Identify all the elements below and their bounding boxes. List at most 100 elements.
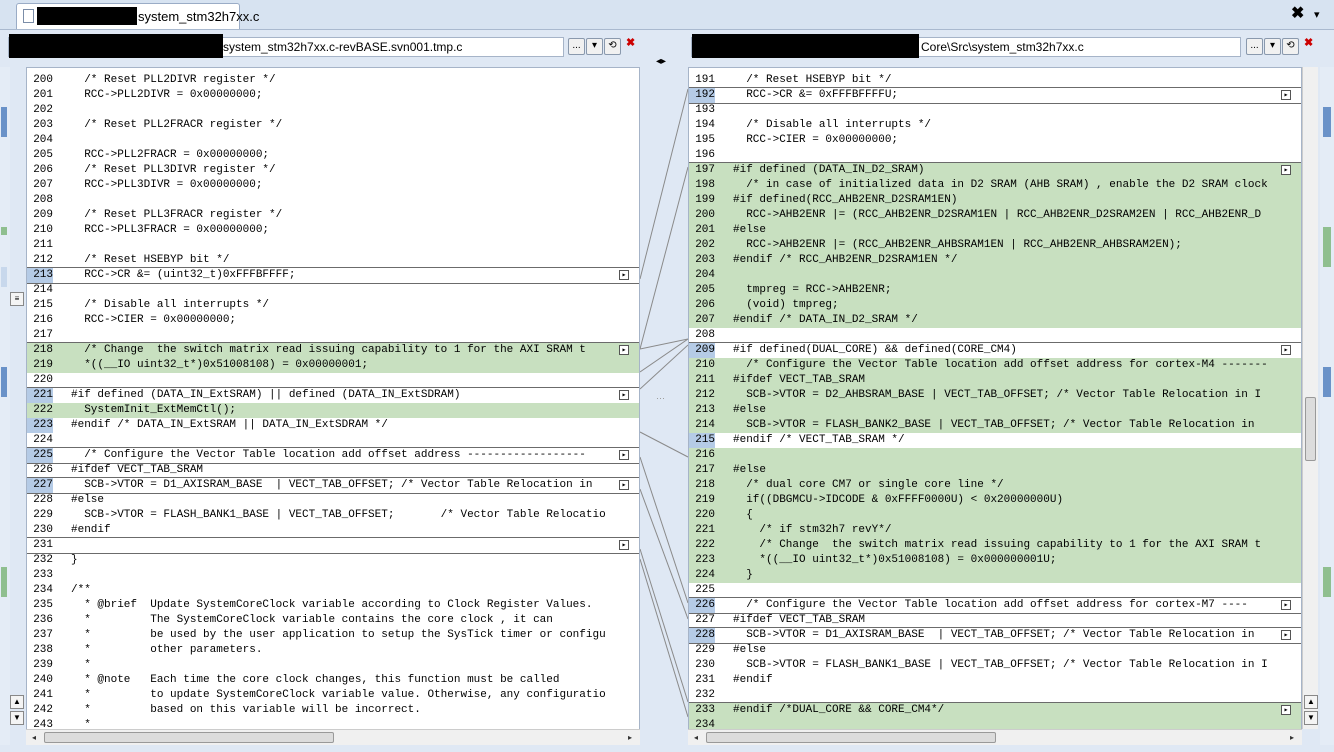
code-line[interactable]: 214 xyxy=(27,283,639,298)
code-line[interactable]: 209 /* Reset PLL3FRACR register */ xyxy=(27,208,639,223)
code-line[interactable]: 242 * based on this variable will be inc… xyxy=(27,703,639,718)
scroll-left-icon[interactable]: ◂ xyxy=(28,732,40,744)
right-vertical-scrollbar[interactable]: ▲ ▼ xyxy=(1302,67,1318,729)
code-line[interactable]: 202 xyxy=(27,103,639,118)
right-hscroll-thumb[interactable] xyxy=(706,732,996,743)
code-line[interactable]: 227 SCB->VTOR = D1_AXISRAM_BASE | VECT_T… xyxy=(27,477,639,494)
code-line[interactable]: 230 SCB->VTOR = FLASH_BANK1_BASE | VECT_… xyxy=(689,658,1301,673)
code-line[interactable]: 207 #endif /* DATA_IN_D2_SRAM */ xyxy=(689,313,1301,328)
left-overview-strip[interactable] xyxy=(0,67,10,745)
code-line[interactable]: 232 xyxy=(689,688,1301,703)
close-icon[interactable]: ✖ xyxy=(1291,6,1304,22)
code-line[interactable]: 198 /* in case of initialized data in D2… xyxy=(689,178,1301,193)
code-line[interactable]: 215 /* Disable all interrupts */ xyxy=(27,298,639,313)
code-line[interactable]: 208 xyxy=(689,328,1301,343)
code-line[interactable]: 211 #ifdef VECT_TAB_SRAM xyxy=(689,373,1301,388)
code-line[interactable]: 221 #if defined (DATA_IN_ExtSRAM) || defi… xyxy=(27,387,639,404)
right-dropdown-button[interactable]: ▾ xyxy=(1264,38,1281,55)
code-line[interactable]: 232} xyxy=(27,553,639,568)
right-next-diff-button[interactable]: ▼ xyxy=(1304,711,1318,725)
code-line[interactable]: 213 #else xyxy=(689,403,1301,418)
code-line[interactable]: 197 #if defined (DATA_IN_D2_SRAM) ▸ xyxy=(689,162,1301,179)
code-line[interactable]: 222 /* Change the switch matrix read iss… xyxy=(689,538,1301,553)
code-line[interactable]: 224 xyxy=(27,433,639,448)
scroll-right-icon[interactable]: ▸ xyxy=(1286,732,1298,744)
code-line[interactable]: 238 * other parameters. xyxy=(27,643,639,658)
code-line[interactable]: 227 #ifdef VECT_TAB_SRAM xyxy=(689,613,1301,628)
code-line[interactable]: 231 #endif xyxy=(689,673,1301,688)
code-line[interactable]: 196 xyxy=(689,148,1301,163)
diff-nav-icon[interactable]: ▸ xyxy=(1281,345,1291,355)
code-line[interactable]: 202 RCC->AHB2ENR |= (RCC_AHB2ENR_AHBSRAM… xyxy=(689,238,1301,253)
diff-nav-icon[interactable]: ▸ xyxy=(1281,165,1291,175)
code-line[interactable]: 223 *((__IO uint32_t*)0x51008108) = 0x00… xyxy=(689,553,1301,568)
code-line[interactable]: 201 RCC->PLL2DIVR = 0x00000000; xyxy=(27,88,639,103)
code-line[interactable]: 205 tmpreg = RCC->AHB2ENR; xyxy=(689,283,1301,298)
tab-dropdown-icon[interactable]: ▾ xyxy=(1314,8,1320,21)
right-browse-button[interactable]: ... xyxy=(1246,38,1263,55)
code-line[interactable]: 214 SCB->VTOR = FLASH_BANK2_BASE | VECT_… xyxy=(689,418,1301,433)
left-refresh-button[interactable]: ⟲ xyxy=(604,38,621,55)
code-line[interactable]: 236 * The SystemCoreClock variable conta… xyxy=(27,613,639,628)
left-prev-diff-button[interactable]: ▲ xyxy=(10,695,24,709)
right-path-field[interactable]: Core\Src\system_stm32h7xx.c xyxy=(691,34,1241,58)
code-line[interactable]: 204 xyxy=(27,133,639,148)
code-line[interactable]: 216 RCC->CIER = 0x00000000; xyxy=(27,313,639,328)
code-line[interactable]: 193 xyxy=(689,103,1301,118)
code-line[interactable]: 217 xyxy=(27,328,639,343)
code-line[interactable]: 228 #else xyxy=(27,493,639,508)
code-line[interactable]: 240 * @note Each time the core clock cha… xyxy=(27,673,639,688)
left-next-diff-button[interactable]: ▼ xyxy=(10,711,24,725)
code-line[interactable]: 217 #else xyxy=(689,463,1301,478)
code-line[interactable]: 207 RCC->PLL3DIVR = 0x00000000; xyxy=(27,178,639,193)
left-code-pane[interactable]: 200 /* Reset PLL2DIVR register */201 RCC… xyxy=(26,67,640,745)
code-line[interactable]: 199 #if defined(RCC_AHB2ENR_D2SRAM1EN) xyxy=(689,193,1301,208)
left-hscroll-thumb[interactable] xyxy=(44,732,334,743)
code-line[interactable]: 200 RCC->AHB2ENR |= (RCC_AHB2ENR_D2SRAM1… xyxy=(689,208,1301,223)
code-line[interactable]: 228 SCB->VTOR = D1_AXISRAM_BASE | VECT_T… xyxy=(689,627,1301,644)
swap-panes-icon[interactable]: ◂▸ xyxy=(656,56,666,67)
code-line[interactable]: 206 (void) tmpreg; xyxy=(689,298,1301,313)
code-line[interactable]: 213 RCC->CR &= (uint32_t)0xFFFBFFFF; ▸ xyxy=(27,267,639,284)
code-line[interactable]: 218 /* dual core CM7 or single core line… xyxy=(689,478,1301,493)
code-line[interactable]: 219 if((DBGMCU->IDCODE & 0xFFFF0000U) < … xyxy=(689,493,1301,508)
code-line[interactable]: 204 xyxy=(689,268,1301,283)
left-dropdown-button[interactable]: ▾ xyxy=(586,38,603,55)
code-line[interactable]: 212 SCB->VTOR = D2_AHBSRAM_BASE | VECT_T… xyxy=(689,388,1301,403)
code-line[interactable]: 195 RCC->CIER = 0x00000000; xyxy=(689,133,1301,148)
code-line[interactable]: 225 xyxy=(689,583,1301,598)
code-line[interactable]: 212 /* Reset HSEBYP bit */ xyxy=(27,253,639,268)
right-code-pane[interactable]: 191 /* Reset HSEBYP bit */192 RCC->CR &=… xyxy=(688,67,1302,745)
left-browse-button[interactable]: ... xyxy=(568,38,585,55)
code-line[interactable]: 192 RCC->CR &= 0xFFFBFFFFU; ▸ xyxy=(689,87,1301,104)
code-line[interactable]: 230 #endif xyxy=(27,523,639,538)
diff-nav-icon[interactable]: ▸ xyxy=(1281,705,1291,715)
left-pane-splitter[interactable]: ≡ xyxy=(10,292,24,306)
code-line[interactable]: 222 SystemInit_ExtMemCtl(); xyxy=(27,403,639,418)
code-line[interactable]: 194 /* Disable all interrupts */ xyxy=(689,118,1301,133)
right-prev-diff-button[interactable]: ▲ xyxy=(1304,695,1318,709)
code-line[interactable]: 233 #endif /*DUAL_CORE && CORE_CM4*/ ▸ xyxy=(689,702,1301,719)
code-line[interactable]: 191 /* Reset HSEBYP bit */ xyxy=(689,73,1301,88)
diff-nav-icon[interactable]: ▸ xyxy=(1281,600,1291,610)
diff-nav-icon[interactable]: ▸ xyxy=(1281,90,1291,100)
code-line[interactable]: 209 #if defined(DUAL_CORE) && defined(COR… xyxy=(689,342,1301,359)
code-line[interactable]: 220 { xyxy=(689,508,1301,523)
right-open-icon[interactable]: ✖ xyxy=(1304,36,1318,52)
right-refresh-button[interactable]: ⟲ xyxy=(1282,38,1299,55)
code-line[interactable]: 223 #endif /* DATA_IN_ExtSRAM || DATA_IN_… xyxy=(27,418,639,433)
diff-nav-icon[interactable]: ▸ xyxy=(619,540,629,550)
code-line[interactable]: 233 xyxy=(27,568,639,583)
code-line[interactable]: 229 #else xyxy=(689,643,1301,658)
diff-nav-icon[interactable]: ▸ xyxy=(619,345,629,355)
diff-nav-icon[interactable]: ▸ xyxy=(619,480,629,490)
diff-nav-icon[interactable]: ▸ xyxy=(619,390,629,400)
right-horizontal-scrollbar[interactable]: ◂ ▸ xyxy=(688,729,1302,745)
left-horizontal-scrollbar[interactable]: ◂ ▸ xyxy=(26,729,640,745)
code-line[interactable]: 206 /* Reset PLL3DIVR register */ xyxy=(27,163,639,178)
file-tab[interactable]: system_stm32h7xx.c xyxy=(16,3,259,29)
code-line[interactable]: 235 * @brief Update SystemCoreClock vari… xyxy=(27,598,639,613)
scroll-left-icon[interactable]: ◂ xyxy=(690,732,702,744)
code-line[interactable]: 203 #endif /* RCC_AHB2ENR_D2SRAM1EN */ xyxy=(689,253,1301,268)
code-line[interactable]: 221 /* if stm32h7 revY*/ xyxy=(689,523,1301,538)
